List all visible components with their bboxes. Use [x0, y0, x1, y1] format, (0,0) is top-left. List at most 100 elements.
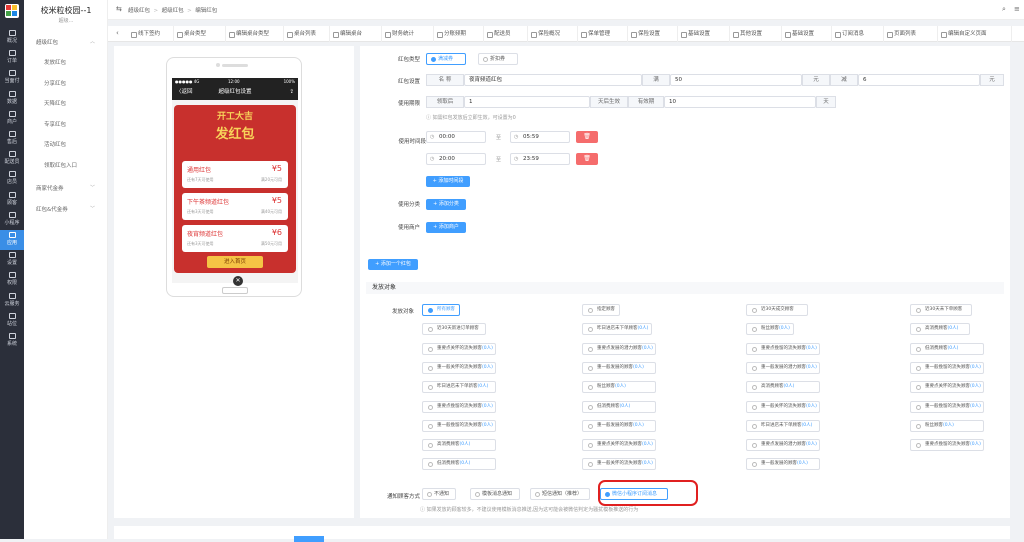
target-option[interactable]: 所有顾客: [422, 304, 460, 316]
target-option[interactable]: 低消费顾客(0人): [582, 400, 656, 413]
target-option[interactable]: 昨日进店未下单顾客(0人): [746, 419, 820, 432]
nav-permissions[interactable]: 权限: [0, 270, 24, 290]
target-option[interactable]: 重一般关怀的流失顾客(0人): [582, 458, 656, 471]
nav-cloud[interactable]: 云服务: [0, 291, 24, 311]
target-option[interactable]: 重要点挽留的流失顾客(0人): [910, 439, 984, 452]
minus-amount-input[interactable]: 6: [858, 74, 980, 86]
notify-option-2[interactable]: 模板消息通知: [470, 488, 520, 500]
time-start-input[interactable]: 00:00: [426, 131, 486, 143]
target-option[interactable]: 高消费顾客(0人): [746, 381, 820, 394]
nav-data[interactable]: 数据: [0, 89, 24, 109]
tab-13[interactable]: 其他设置: [730, 26, 782, 42]
notify-option-1[interactable]: 不通知: [422, 488, 456, 500]
tab-9[interactable]: 保险概况: [528, 26, 578, 42]
target-option[interactable]: 重一般发展的潜力顾客(0人): [746, 361, 820, 374]
target-option[interactable]: 重要点关怀的流失顾客(0人): [582, 439, 656, 452]
share-icon[interactable]: ⇪: [289, 85, 294, 100]
tab-16[interactable]: 页面列表: [884, 26, 938, 42]
receive-days-input[interactable]: 1: [464, 96, 590, 108]
target-option[interactable]: 重一般关怀的流失顾客(0人): [422, 361, 496, 374]
type-full-reduction-radio[interactable]: 满减券: [426, 53, 466, 65]
breadcrumb-1[interactable]: 超级红包: [128, 8, 150, 14]
target-option[interactable]: 指定顾客: [582, 304, 620, 316]
tab-3[interactable]: 编辑桌台类型: [226, 26, 284, 42]
tab-11[interactable]: 保险设置: [628, 26, 678, 42]
notify-option-3[interactable]: 短信通知（推荐）: [530, 488, 590, 500]
type-discount-radio[interactable]: 折扣券: [478, 53, 518, 65]
search-icon[interactable]: ⌕: [1002, 5, 1006, 14]
nav-after-sales[interactable]: 售后: [0, 129, 24, 149]
full-amount-input[interactable]: 50: [670, 74, 802, 86]
tab-15[interactable]: 订阅消息: [832, 26, 884, 42]
target-option[interactable]: 重要点关怀的流失顾客(0人): [910, 381, 984, 394]
sidebar-item-1[interactable]: 发放红包: [44, 58, 66, 66]
target-option[interactable]: 高消费顾客(0人): [422, 439, 496, 452]
sidebar-item-5[interactable]: 活动红包: [44, 140, 66, 148]
target-option[interactable]: 重要点发展的潜力顾客(0人): [582, 342, 656, 355]
add-merchant-button[interactable]: + 添加商户: [426, 222, 466, 233]
target-option[interactable]: 昨日进店未下单新客(0人): [422, 381, 496, 394]
target-option[interactable]: 重一般发展的顾客(0人): [746, 458, 820, 471]
nav-couriers[interactable]: 配送员: [0, 149, 24, 169]
collapse-icon[interactable]: ⇆: [116, 5, 122, 13]
tab-2[interactable]: 桌台类型: [174, 26, 226, 42]
sidebar-group-super-redpack[interactable]: 超级红包: [36, 38, 58, 46]
name-input[interactable]: 夜宵频道红包: [464, 74, 642, 86]
target-option[interactable]: 粉丝顾客(0人): [582, 381, 656, 394]
nav-overview[interactable]: 概况: [0, 28, 24, 48]
tab-12[interactable]: 基础设置: [678, 26, 730, 42]
menu-icon[interactable]: ≡: [1014, 5, 1020, 13]
target-option[interactable]: 重一般发展的顾客(0人): [582, 361, 656, 374]
nav-mini-program[interactable]: 小程序: [0, 210, 24, 230]
nav-orders[interactable]: 订单: [0, 48, 24, 68]
nav-apps[interactable]: 应用: [0, 230, 24, 250]
target-option[interactable]: 重一般挽留的流失顾客(0人): [910, 400, 984, 413]
tab-4[interactable]: 桌台列表: [284, 26, 330, 42]
tab-6[interactable]: 财务统计: [382, 26, 434, 42]
close-icon[interactable]: ✕: [233, 276, 243, 286]
tab-17[interactable]: 编辑自定义页面: [938, 26, 1012, 42]
target-option[interactable]: 重要点关怀的流失顾客(0人): [422, 342, 496, 355]
target-option[interactable]: 重要点挽留的流失顾客(0人): [746, 342, 820, 355]
time-end-input[interactable]: 05:59: [510, 131, 570, 143]
sidebar-item-2[interactable]: 分享红包: [44, 79, 66, 87]
delete-time-button[interactable]: 🗑: [576, 153, 598, 165]
sidebar-group-redpack-voucher[interactable]: 红包&代金券: [36, 205, 68, 213]
tab-7[interactable]: 分账频期: [434, 26, 484, 42]
sidebar-item-3[interactable]: 天降红包: [44, 99, 66, 107]
target-option[interactable]: 低消费顾客(0人): [422, 458, 496, 471]
add-time-button[interactable]: + 添加时间段: [426, 176, 470, 187]
nav-clerks[interactable]: 店员: [0, 169, 24, 189]
nav-station[interactable]: 站位: [0, 311, 24, 331]
target-option[interactable]: 近30天新进订单顾客: [422, 323, 486, 336]
target-option[interactable]: 近30天未下单顾客: [910, 304, 972, 316]
target-option[interactable]: 粉丝顾客(0人): [910, 419, 984, 432]
sidebar-item-4[interactable]: 专享红包: [44, 120, 66, 128]
time-end-input[interactable]: 23:59: [510, 153, 570, 165]
breadcrumb-2[interactable]: 超级红包: [162, 8, 184, 14]
add-redpack-button[interactable]: + 添加一个红包: [368, 259, 418, 270]
nav-customers[interactable]: 顾客: [0, 190, 24, 210]
enter-home-button[interactable]: 进入首页: [207, 256, 263, 268]
target-option[interactable]: 低消费顾客(0人): [910, 342, 984, 355]
target-option[interactable]: 重一般发展的顾客(0人): [582, 419, 656, 432]
nav-settings[interactable]: 设置: [0, 250, 24, 270]
target-option[interactable]: 重要点挽留的流失顾客(0人): [422, 400, 496, 413]
nav-face-pay[interactable]: 当面付: [0, 68, 24, 88]
tab-8[interactable]: 配送员: [484, 26, 528, 42]
target-option[interactable]: 高消费顾客(0人): [910, 323, 970, 336]
tab-14[interactable]: 基础设置: [782, 26, 832, 42]
sidebar-group-merchant-voucher[interactable]: 商家代金券: [36, 184, 64, 192]
target-option[interactable]: 昨日进店未下单顾客(0人): [582, 323, 652, 336]
target-option[interactable]: 近30天成交顾客: [746, 304, 808, 316]
target-option[interactable]: 重一般关怀的流失顾客(0人): [746, 400, 820, 413]
tab-5[interactable]: 编辑桌台: [330, 26, 382, 42]
tab-1[interactable]: 线下签约: [128, 26, 174, 42]
target-option[interactable]: 重一般挽留的流失顾客(0人): [910, 361, 984, 374]
sidebar-item-6[interactable]: 领取红包入口: [44, 161, 77, 169]
nav-system[interactable]: 系统: [0, 331, 24, 351]
time-start-input[interactable]: 20:00: [426, 153, 486, 165]
tab-10[interactable]: 保单管理: [578, 26, 628, 42]
tab-scroll-left-icon[interactable]: ‹: [116, 29, 119, 37]
save-button[interactable]: [294, 536, 324, 542]
